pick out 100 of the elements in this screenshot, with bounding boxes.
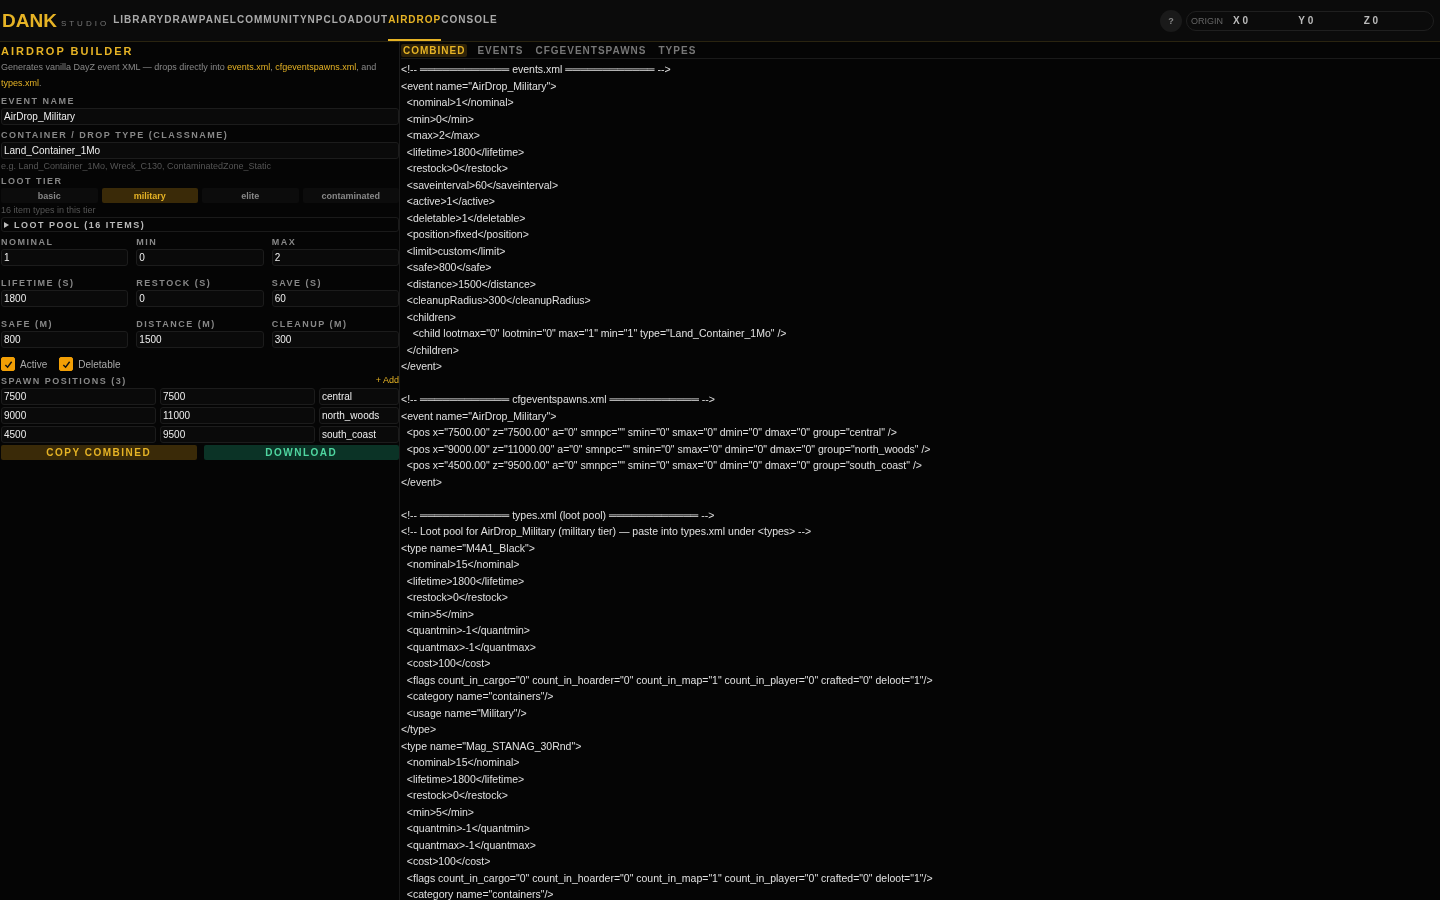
field-label: MIN <box>136 237 159 247</box>
checkbox-label: Deletable <box>78 358 121 370</box>
field-label: NOMINAL <box>1 237 55 247</box>
code-line: <flags count_in_cargo="0" count_in_hoarder="0" count_in_map="1" count_in_player="0" crafted="0" deloot="1"/> <box>405 672 934 688</box>
code-line: </children> <box>405 342 460 358</box>
code-line: <type name="Mag_STANAG_30Rnd"> <box>401 738 583 754</box>
number-field[interactable]: 1 <box>1 249 129 266</box>
download-button[interactable]: DOWNLOAD <box>203 445 399 460</box>
checkbox[interactable] <box>1 357 15 371</box>
code-line: <lifetime>1800</lifetime> <box>405 573 526 589</box>
output-tab[interactable]: CFGEVENTSPAWNS <box>533 43 649 57</box>
field-label: SAVE (S) <box>271 278 323 288</box>
tier-option[interactable]: elite <box>202 188 299 203</box>
tier-option[interactable]: basic <box>1 188 98 203</box>
code-line: <event name="AirDrop_Military"> <box>401 408 558 424</box>
nav-tab[interactable]: COMMUNITY <box>236 0 308 41</box>
code-line: <child lootmax="0" lootmin="0" max="1" min="1" type="Land_Container_1Mo" /> <box>411 326 788 341</box>
code-line: <restock>0</restock> <box>405 161 509 176</box>
nav-tab[interactable]: AIRDROP <box>388 0 442 41</box>
code-line: <!-- ════════════ cfgeventspawns.xml ════════════ --> <box>401 392 716 407</box>
x-field[interactable]: 7500 <box>1 388 156 405</box>
code-line: <max>2</max> <box>405 128 481 143</box>
number-field[interactable]: 300 <box>271 331 399 348</box>
code-line: <limit>custom</limit> <box>405 243 507 259</box>
nav-tab[interactable]: NPCLOADOUT <box>307 0 389 41</box>
z-field[interactable]: 7500 <box>160 388 315 405</box>
code-line: <min>5</min> <box>405 606 475 622</box>
copy-button[interactable]: COPY COMBINED <box>1 445 197 460</box>
logo-subtitle: STUDIO <box>60 19 110 28</box>
code-line: <type name="M4A1_Black"> <box>401 540 536 556</box>
description: Generates vanilla DayZ event XML — drops directly into events.xml, cfgeventspawns.xml, and types.xml. <box>1 61 378 90</box>
code-line: <flags count_in_cargo="0" count_in_hoarder="0" count_in_map="1" count_in_player="0" crafted="0" deloot="1"/> <box>405 870 934 886</box>
code-line: <nominal>1</nominal> <box>405 95 515 110</box>
number-field[interactable]: 2 <box>271 249 399 266</box>
logo: DANK <box>1 9 57 32</box>
number-field[interactable]: 1800 <box>1 290 129 307</box>
container-field[interactable]: Land_Container_1Mo <box>1 142 399 159</box>
number-field[interactable]: 0 <box>136 249 264 266</box>
group-field[interactable]: north_woods <box>319 407 399 424</box>
output-tab[interactable]: COMBINED <box>401 43 468 57</box>
code-line: <category name="containers"/> <box>405 689 555 704</box>
code-line: <deletable>1</deletable> <box>405 210 527 226</box>
code-line: <pos x="7500.00" z="7500.00" a="0" smnpc="" smin="0" smax="0" dmin="0" dmax="0" group="central" /> <box>405 425 898 440</box>
x-field[interactable]: 4500 <box>1 426 156 443</box>
section-label: SPAWN POSITIONS (3) <box>1 376 127 386</box>
code-line: <pos x="4500.00" z="9500.00" a="0" smnpc="" smin="0" smax="0" dmin="0" dmax="0" group="south_coast" /> <box>405 458 923 473</box>
nav-tab[interactable]: DRAWPANEL <box>164 0 237 41</box>
event-name-field[interactable]: AirDrop_Military <box>1 108 399 125</box>
code-line: </event> <box>401 474 443 490</box>
code-line: <cost>100</cost> <box>405 854 492 869</box>
checkbox-label: Active <box>20 358 48 370</box>
help-button[interactable]: ? <box>1160 9 1182 32</box>
code-line: <nominal>15</nominal> <box>405 557 521 572</box>
field-label: DISTANCE (M) <box>136 319 217 329</box>
field-label: LIFETIME (S) <box>1 278 76 288</box>
output-tab[interactable]: TYPES <box>656 43 699 57</box>
number-field[interactable]: 0 <box>136 290 264 307</box>
group-field[interactable]: central <box>319 388 399 405</box>
code-line: <nominal>15</nominal> <box>405 755 521 770</box>
code-line: <quantmin>-1</quantmin> <box>405 623 531 638</box>
code-line: <lifetime>1800</lifetime> <box>405 144 526 160</box>
group-field[interactable]: south_coast <box>319 426 399 443</box>
loot-pool-toggle[interactable]: LOOT POOL (16 ITEMS) <box>1 217 399 232</box>
z-field[interactable]: 11000 <box>160 407 315 424</box>
code-line: <lifetime>1800</lifetime> <box>405 771 526 787</box>
z-field[interactable]: 9500 <box>160 426 315 443</box>
output-tab[interactable]: EVENTS <box>475 43 526 57</box>
code-line: <position>fixed</position> <box>405 227 530 242</box>
field-label: CONTAINER / DROP TYPE (CLASSNAME) <box>1 130 230 140</box>
code-line: <quantmax>-1</quantmax> <box>405 639 537 655</box>
number-field[interactable]: 800 <box>1 331 129 348</box>
code-line: </event> <box>401 359 443 374</box>
nav-tab[interactable]: LIBRARY <box>113 0 165 41</box>
code-line: <min>5</min> <box>405 804 475 820</box>
x-field[interactable]: 9000 <box>1 407 156 424</box>
number-field[interactable]: 1500 <box>136 331 264 348</box>
code-line: <usage name="Military"/> <box>405 705 528 721</box>
field-hint: e.g. Land_Container_1Mo, Wreck_C130, ContaminatedZone_Static <box>1 161 272 171</box>
checkbox[interactable] <box>59 357 74 371</box>
field-label: LOOT TIER <box>1 176 64 186</box>
code-line: <!-- Loot pool for AirDrop_Military (military tier) — paste into types.xml under <types> --> <box>401 524 813 539</box>
code-line: <restock>0</restock> <box>405 788 509 803</box>
add-link[interactable]: + Add <box>375 374 399 385</box>
code-line: <quantmin>-1</quantmin> <box>405 821 531 836</box>
code-line: <event name="AirDrop_Military"> <box>401 78 558 94</box>
tier-option[interactable]: military <box>101 188 198 203</box>
code-line: <cost>100</cost> <box>405 656 492 671</box>
field-label: CLEANUP (M) <box>271 319 349 329</box>
code-line: <pos x="9000.00" z="11000.00" a="0" smnpc="" smin="0" smax="0" dmin="0" dmax="0" group="north_woods" /> <box>405 441 932 457</box>
code-line: <cleanupRadius>300</cleanupRadius> <box>405 293 592 308</box>
code-line: <category name="containers"/> <box>405 887 555 900</box>
code-line: <safe>800</safe> <box>405 260 493 275</box>
code-line: <!-- ════════════ types.xml (loot pool) ════════════ --> <box>401 507 716 523</box>
code-line: <children> <box>405 309 457 325</box>
code-line: <distance>1500</distance> <box>405 276 537 292</box>
tier-option[interactable]: contaminated <box>302 188 399 203</box>
code-line: </type> <box>401 722 438 737</box>
nav-tab[interactable]: CONSOLE <box>441 0 498 41</box>
panel-title: AIRDROP BUILDER <box>1 45 135 57</box>
number-field[interactable]: 60 <box>271 290 399 307</box>
